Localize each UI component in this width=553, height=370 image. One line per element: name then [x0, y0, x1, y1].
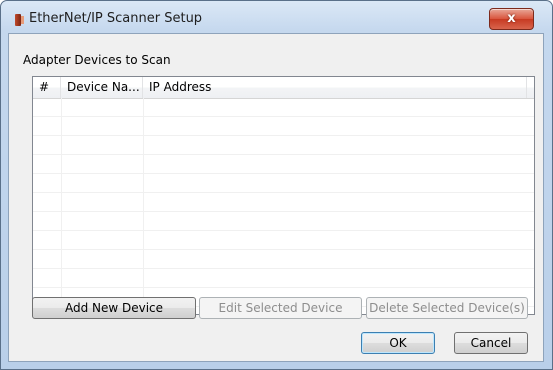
edit-selected-device-button[interactable]: Edit Selected Device [199, 297, 362, 319]
app-icon [15, 14, 24, 26]
table-row [33, 136, 534, 155]
cancel-button[interactable]: Cancel [454, 332, 528, 354]
title-bar[interactable]: EtherNet/IP Scanner Setup x [1, 1, 552, 35]
table-row [33, 98, 534, 117]
table-row [33, 212, 534, 231]
column-header-ip-address[interactable]: IP Address [143, 77, 527, 98]
column-header-number[interactable]: # [33, 77, 61, 98]
table-row [33, 155, 534, 174]
table-row [33, 250, 534, 269]
group-label: Adapter Devices to Scan [23, 53, 171, 67]
table-row [33, 193, 534, 212]
close-button[interactable]: x [489, 8, 534, 30]
delete-selected-devices-button[interactable]: Delete Selected Device(s) [366, 297, 528, 319]
column-header-device-name[interactable]: Device Na... [61, 77, 143, 98]
close-icon: x [507, 11, 516, 26]
list-header: # Device Na... IP Address [33, 77, 534, 99]
table-row [33, 174, 534, 193]
dialog-client-area: Adapter Devices to Scan # Device Na... I… [8, 33, 544, 362]
table-row [33, 269, 534, 288]
table-row [33, 231, 534, 250]
add-new-device-button[interactable]: Add New Device [32, 297, 196, 319]
window-title: EtherNet/IP Scanner Setup [29, 11, 203, 26]
ok-button[interactable]: OK [361, 332, 435, 354]
adapter-devices-list[interactable]: # Device Na... IP Address [32, 76, 535, 315]
table-row [33, 117, 534, 136]
